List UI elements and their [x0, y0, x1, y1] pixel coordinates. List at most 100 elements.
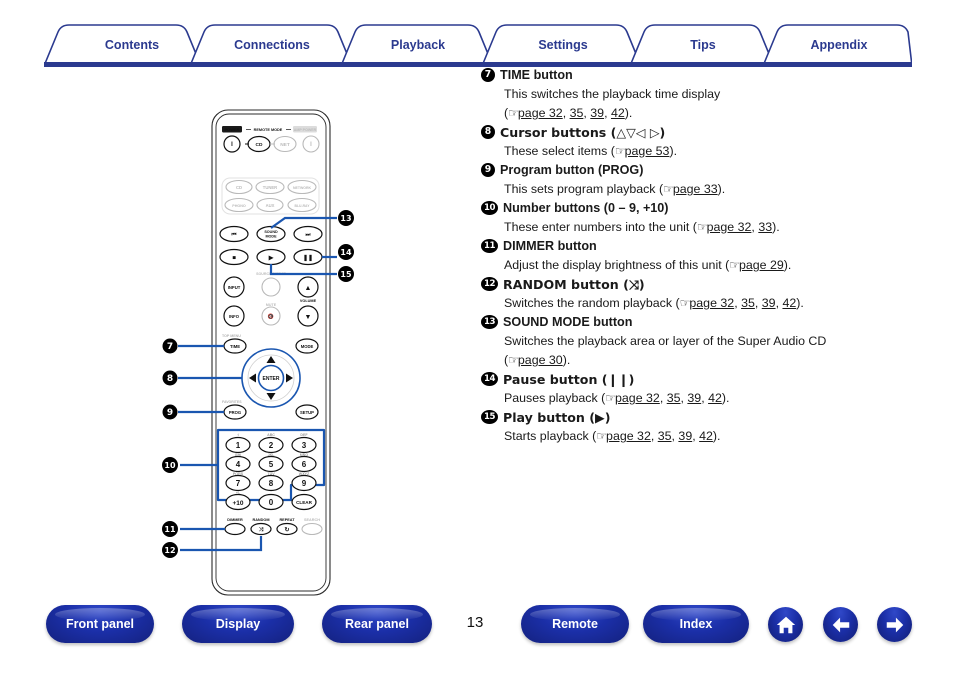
page-link[interactable]: page 32	[606, 429, 651, 443]
svg-text:14: 14	[340, 248, 352, 257]
nav-rear-panel[interactable]: Rear panel	[322, 605, 432, 643]
desc-text-15: Starts playback (	[504, 429, 597, 443]
svg-text:ABC: ABC	[267, 433, 275, 437]
desc-title-9: Program button (PROG)	[500, 163, 644, 177]
pointing-hand-icon: ☞	[596, 429, 607, 443]
tab-playback[interactable]: Playback	[358, 38, 478, 52]
page-link[interactable]: 35	[741, 296, 755, 310]
svg-text:NET: NET	[280, 142, 290, 148]
desc-item-7: 7 TIME button This switches the playback…	[481, 66, 931, 123]
forward-button[interactable]	[877, 607, 912, 642]
desc-heading-7: 7 TIME button	[481, 66, 931, 85]
page-link[interactable]: page 32	[615, 391, 660, 405]
page-link[interactable]: 42	[782, 296, 796, 310]
desc-heading-8: 8 Cursor buttons (△▽◁ ▷)	[481, 123, 931, 142]
svg-text:5: 5	[269, 460, 274, 469]
tab-appendix[interactable]: Appendix	[780, 38, 898, 52]
page-link[interactable]: 42	[708, 391, 722, 405]
desc-heading-14: 14 Pause button (❙❙)	[481, 370, 931, 389]
svg-text:INFO: INFO	[229, 314, 240, 319]
desc-title-11: DIMMER button	[503, 239, 597, 253]
page-link[interactable]: page 32	[707, 220, 752, 234]
page-link[interactable]: 42	[699, 429, 713, 443]
svg-text:TUNER: TUNER	[263, 185, 277, 190]
svg-text:❚❚: ❚❚	[303, 255, 313, 262]
nav-front-panel-label: Front panel	[65, 617, 135, 631]
pointing-hand-icon: ☞	[696, 220, 708, 234]
page-link[interactable]: 35	[667, 391, 681, 405]
nav-remote[interactable]: Remote	[521, 605, 629, 643]
page-link[interactable]: page 33	[673, 182, 718, 196]
page-link[interactable]: 39	[590, 106, 604, 120]
badge-7: 7	[481, 68, 495, 82]
nav-index[interactable]: Index	[643, 605, 749, 643]
svg-text:POWER: POWER	[224, 127, 239, 132]
svg-text:7: 7	[236, 479, 241, 488]
svg-text:⏮: ⏮	[232, 232, 237, 238]
page-link[interactable]: 39	[687, 391, 701, 405]
page-link[interactable]: 39	[762, 296, 776, 310]
svg-text:12: 12	[164, 546, 175, 555]
desc-body-10: These enter numbers into the unit (☞page…	[504, 220, 780, 234]
page-link[interactable]: 35	[658, 429, 672, 443]
pointing-hand-icon: ☞	[729, 258, 740, 272]
svg-text:INPUT: INPUT	[228, 285, 241, 290]
desc-body-11: Adjust the display brightness of this un…	[504, 256, 931, 275]
page-link[interactable]: page 32	[518, 106, 563, 120]
pointing-hand-icon: ☞	[508, 353, 519, 367]
desc-heading-12: 12 RANDOM button (⤨)	[481, 275, 931, 294]
page-link[interactable]: 42	[611, 106, 625, 120]
svg-text:2: 2	[269, 441, 274, 450]
desc-item-9: 9 Program button (PROG) This sets progra…	[481, 161, 931, 199]
page-link[interactable]: page 30	[518, 353, 563, 367]
desc-heading-15: 15 Play button (▶)	[481, 408, 931, 427]
svg-text:9: 9	[302, 479, 307, 488]
desc-heading-13: 13 SOUND MODE button	[481, 313, 931, 332]
nav-rear-panel-label: Rear panel	[345, 617, 409, 631]
svg-text:DIMMER: DIMMER	[227, 518, 243, 522]
home-button[interactable]	[768, 607, 803, 642]
badge-13: 13	[481, 315, 498, 329]
forward-arrow-icon	[886, 617, 903, 632]
remote-control-illustration: .rb { fill:#ffffff; stroke:#2b2b2b; stro…	[150, 100, 470, 600]
tab-tips[interactable]: Tips	[647, 38, 759, 52]
page-link[interactable]: 39	[678, 429, 692, 443]
svg-text:+10: +10	[232, 500, 243, 507]
nav-remote-label: Remote	[552, 617, 598, 631]
svg-text:6: 6	[302, 460, 307, 469]
svg-text:DEF: DEF	[300, 433, 308, 437]
bottom-navigation: Front panel Display Rear panel 13 Remote…	[0, 605, 954, 651]
nav-display-label: Display	[215, 617, 261, 631]
desc-body-13: Switches the playback area or layer of t…	[504, 332, 931, 370]
desc-item-12: 12 RANDOM button (⤨) Switches the random…	[481, 275, 931, 313]
desc-item-13: 13 SOUND MODE button Switches the playba…	[481, 313, 931, 370]
svg-text:8: 8	[269, 479, 274, 488]
svg-text:CD: CD	[256, 142, 263, 148]
nav-display[interactable]: Display	[182, 605, 294, 643]
tab-settings[interactable]: Settings	[499, 38, 627, 52]
desc-title-7: TIME button	[500, 68, 573, 82]
page-link[interactable]: page 29	[739, 258, 784, 272]
tab-contents[interactable]: Contents	[73, 38, 191, 52]
desc-body-15: Starts playback (☞page 32, 35, 39, 42).	[504, 429, 721, 443]
svg-text:SEARCH: SEARCH	[304, 518, 320, 522]
svg-text:0: 0	[269, 498, 274, 507]
page-link[interactable]: page 53	[625, 144, 670, 158]
pointing-hand-icon: ☞	[508, 106, 519, 120]
back-button[interactable]	[823, 607, 858, 642]
badge-12: 12	[481, 277, 498, 291]
desc-text-8: These select items (	[504, 144, 615, 158]
desc-item-10: 10 Number buttons (0 – 9, +10) These ent…	[481, 199, 931, 237]
svg-text:⤨: ⤨	[259, 527, 264, 533]
desc-text-14: Pauses playback (	[504, 391, 606, 405]
badge-11: 11	[481, 239, 498, 253]
nav-front-panel[interactable]: Front panel	[46, 605, 154, 643]
page-link[interactable]: page 32	[689, 296, 734, 310]
tab-connections[interactable]: Connections	[207, 38, 337, 52]
manual-page: Contents Connections Playback Settings T…	[0, 0, 954, 673]
svg-text:·/: ·/	[237, 433, 239, 437]
page-link[interactable]: 33	[758, 220, 772, 234]
svg-text:⏭: ⏭	[306, 232, 311, 238]
page-link[interactable]: 35	[570, 106, 584, 120]
desc-title-10: Number buttons (0 – 9, +10)	[503, 201, 669, 215]
